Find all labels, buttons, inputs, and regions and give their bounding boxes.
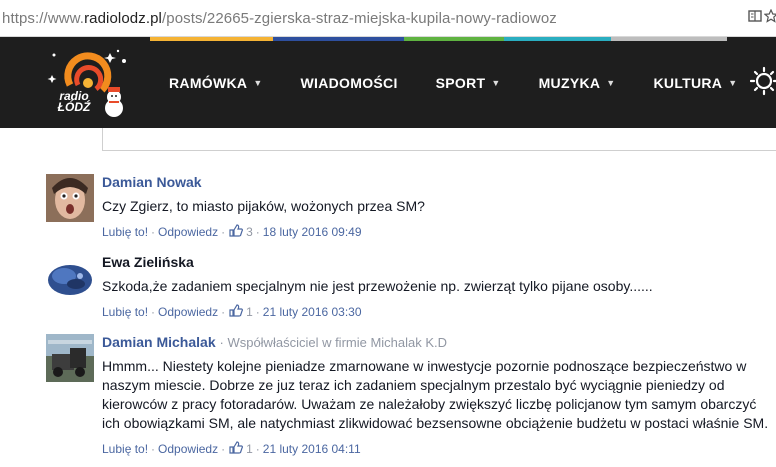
thumbs-up-icon: [229, 224, 244, 240]
comment-body: Ewa Zielińska Szkoda,że zadaniem specjal…: [102, 254, 774, 320]
separator: ·: [255, 225, 260, 239]
url-host: radiolodz.pl: [84, 9, 162, 27]
separator: ·: [221, 225, 226, 239]
like-count: 1: [246, 442, 253, 456]
nav-wiadomosci-label: WIADOMOŚCI: [300, 74, 398, 91]
avatar[interactable]: [46, 254, 94, 302]
like-link[interactable]: Lubię to!: [102, 305, 148, 319]
comment-body: Damian Nowak Czy Zgierz, to miasto pijak…: [102, 174, 774, 240]
reply-link[interactable]: Odpowiedz: [158, 225, 218, 239]
reply-link[interactable]: Odpowiedz: [158, 442, 218, 456]
author-name[interactable]: Damian Michalak: [102, 334, 216, 350]
nav-sport-label: SPORT: [435, 74, 486, 91]
nav-ramowka[interactable]: RAMÓWKA ▼: [150, 75, 282, 91]
url-text[interactable]: https://www.radiolodz.pl/posts/22665-zgi…: [0, 10, 557, 27]
comment-author[interactable]: Damian Michalak · Współwłaściciel w firm…: [102, 334, 774, 351]
address-bar[interactable]: https://www.radiolodz.pl/posts/22665-zgi…: [0, 0, 776, 37]
thumbs-up-icon: [229, 441, 244, 457]
url-path: /posts/22665-zgierska-straz-miejska-kupi…: [161, 9, 557, 27]
nav-muzyka-label: MUZYKA: [538, 74, 601, 91]
sun-icon[interactable]: [749, 66, 776, 101]
comment-text: Szkoda,że zadaniem specjalnym nie jest p…: [102, 278, 653, 294]
comment-input[interactable]: [102, 128, 776, 151]
like-link[interactable]: Lubię to!: [102, 442, 148, 456]
logo-text: radio ŁÓDŹ: [57, 89, 91, 114]
separator: ·: [221, 442, 226, 456]
avatar[interactable]: [46, 174, 94, 222]
comment-date[interactable]: 21 luty 2016 04:11: [263, 442, 361, 456]
reader-view-icon[interactable]: [748, 9, 762, 28]
thumbs-up-icon: [229, 304, 244, 320]
radio-lodz-logo[interactable]: radio ŁÓDŹ: [40, 45, 130, 121]
like-count: 3: [246, 225, 253, 239]
nav-kultura-label: KULTURA: [653, 74, 723, 91]
nav-sport[interactable]: SPORT ▼: [417, 75, 520, 91]
like-count: 1: [246, 305, 253, 319]
nav-kultura[interactable]: KULTURA ▼: [635, 75, 757, 91]
reply-link[interactable]: Odpowiedz: [158, 305, 218, 319]
author-name[interactable]: Damian Nowak: [102, 174, 202, 190]
bookmark-star-icon[interactable]: [763, 8, 776, 28]
main-nav: RAMÓWKA ▼ WIADOMOŚCI SPORT ▼ MUZYKA ▼ KULTU…: [150, 37, 756, 128]
comment-body: Damian Michalak · Współwłaściciel w firm…: [102, 334, 774, 457]
separator: ·: [151, 442, 156, 456]
site-header: radio ŁÓDŹ RAMÓWKA ▼ WIADOMOŚCI SPORT ▼ MU…: [0, 37, 776, 128]
comment-actions: Lubię to! · Odpowiedz · 1 · 21 luty 2016 03…: [102, 304, 774, 320]
comment-text: Czy Zgierz, to miasto pijaków, wożonych …: [102, 198, 425, 214]
comment-actions: Lubię to! · Odpowiedz · 3 · 18 luty 2016 09…: [102, 224, 774, 240]
comment-actions: Lubię to! · Odpowiedz · 1 · 21 luty 2016 04…: [102, 441, 774, 457]
chevron-down-icon: ▼: [606, 77, 616, 88]
separator: ·: [151, 225, 156, 239]
chevron-down-icon: ▼: [253, 77, 263, 88]
separator: ·: [151, 305, 156, 319]
nav-wiadomosci[interactable]: WIADOMOŚCI: [282, 75, 417, 91]
nav-ramowka-label: RAMÓWKA: [169, 74, 248, 91]
separator: ·: [221, 305, 226, 319]
comment-date[interactable]: 21 luty 2016 03:30: [263, 305, 362, 319]
separator: ·: [255, 305, 260, 319]
avatar[interactable]: [46, 334, 94, 382]
author-affiliation: · Współwłaściciel w firmie Michalak K.D: [219, 335, 448, 350]
comment-author[interactable]: Damian Nowak: [102, 174, 774, 191]
like-link[interactable]: Lubię to!: [102, 225, 148, 239]
comment-date[interactable]: 18 luty 2016 09:49: [263, 225, 362, 239]
comment-author: Ewa Zielińska: [102, 254, 774, 271]
nav-muzyka[interactable]: MUZYKA ▼: [520, 75, 635, 91]
url-prefix: https://www.: [2, 9, 85, 27]
separator: ·: [255, 442, 260, 456]
author-name: Ewa Zielińska: [102, 254, 194, 270]
chevron-down-icon: ▼: [491, 77, 501, 88]
chevron-down-icon: ▼: [728, 77, 738, 88]
comment-text: Hmmm... Niestety kolejne pieniadze zmarn…: [102, 358, 769, 431]
